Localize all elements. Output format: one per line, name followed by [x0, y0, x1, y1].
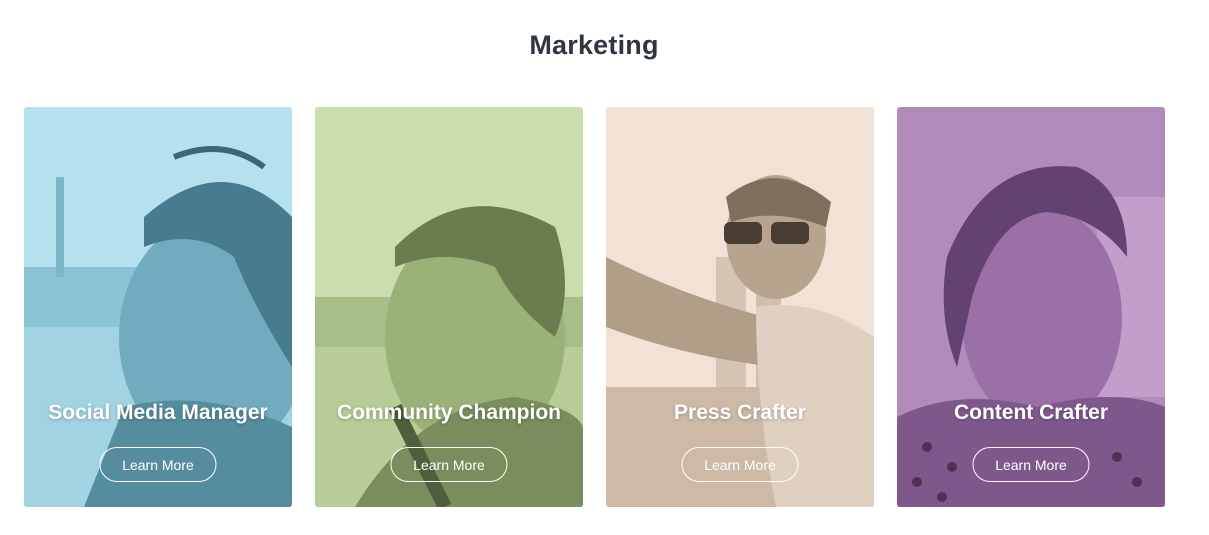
learn-more-button[interactable]: Learn More — [390, 447, 508, 482]
card-community-champion[interactable]: Community Champion Learn More — [315, 107, 583, 507]
learn-more-button[interactable]: Learn More — [681, 447, 799, 482]
section-title: Marketing — [529, 30, 659, 60]
learn-more-button[interactable]: Learn More — [972, 447, 1090, 482]
card-content-crafter[interactable]: Content Crafter Learn More — [897, 107, 1165, 507]
card-title: Press Crafter — [674, 401, 806, 424]
card-title: Social Media Manager — [48, 401, 268, 424]
team-cards: Social Media Manager Learn More Communit… — [24, 107, 1165, 507]
card-press-crafter[interactable]: Press Crafter Learn More — [606, 107, 874, 507]
card-title: Content Crafter — [953, 401, 1108, 424]
card-social-media-manager[interactable]: Social Media Manager Learn More — [24, 107, 292, 507]
card-title: Community Champion — [337, 401, 561, 424]
marketing-page: Marketing Social Media Manager Learn Mor… — [0, 0, 1209, 535]
learn-more-button[interactable]: Learn More — [99, 447, 217, 482]
